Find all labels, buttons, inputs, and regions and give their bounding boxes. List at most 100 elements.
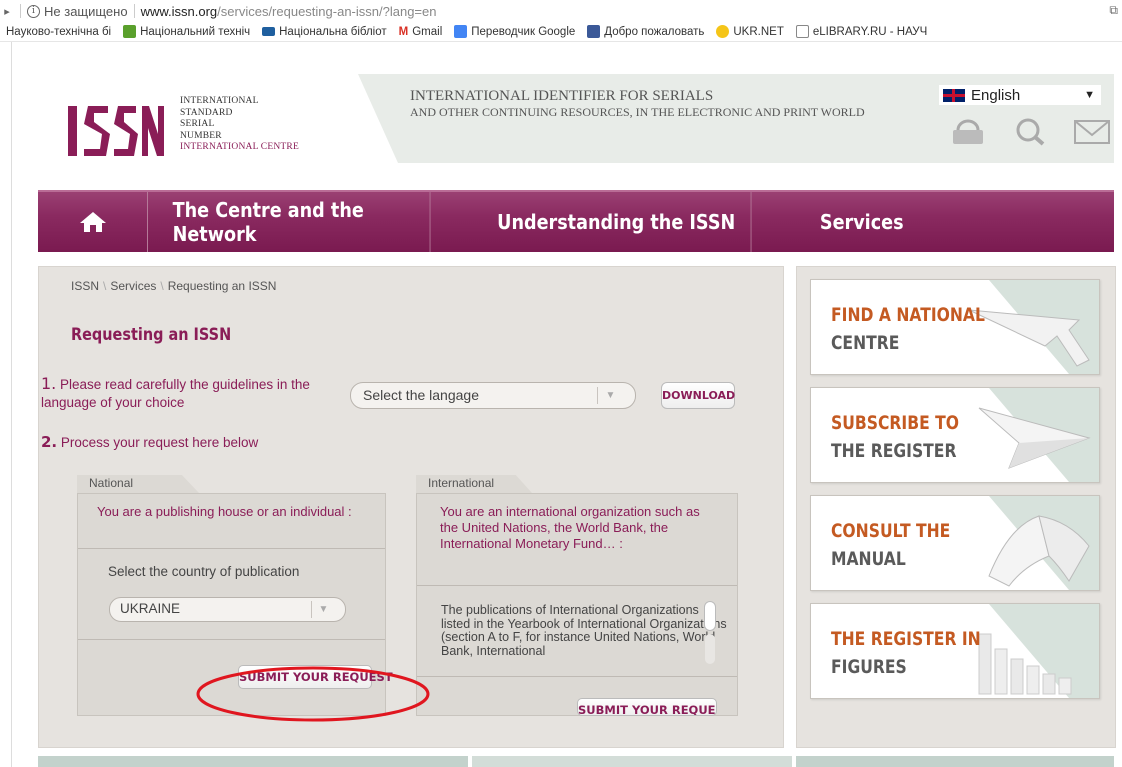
country-select[interactable]: UKRAINE ▼ — [109, 597, 346, 622]
international-scroll-text[interactable]: The publications of International Organi… — [441, 604, 731, 672]
nav-label: The Centre and the Network — [172, 198, 364, 246]
card-subtitle: FIGURES — [831, 656, 907, 678]
bookmark-label: Національна бібліот — [279, 25, 387, 38]
bookmark-item[interactable]: Національна бібліот — [262, 26, 387, 38]
issn-logo[interactable] — [66, 94, 166, 158]
scrollbar-thumb[interactable] — [704, 601, 716, 631]
country-label: Select the country of publication — [108, 564, 300, 579]
breadcrumb-link[interactable]: Services — [110, 279, 156, 293]
download-button[interactable]: DOWNLOAD — [661, 382, 735, 409]
bookmark-label: Науково-технічна бі — [6, 25, 112, 38]
breadcrumb: ISSN \ Services \ Requesting an ISSN — [71, 279, 276, 293]
breadcrumb-link[interactable]: ISSN — [71, 279, 99, 293]
main-nav: The Centre and the Network Understanding… — [38, 190, 1114, 252]
consult-manual-card[interactable]: CONSULT THE MANUAL — [810, 495, 1100, 591]
step-number: 1. — [41, 374, 57, 393]
bookmark-label: Gmail — [412, 25, 443, 38]
tab-international[interactable]: International — [416, 475, 532, 493]
logo-line: STANDARD — [180, 107, 233, 118]
breadcrumb-current: Requesting an ISSN — [167, 279, 277, 293]
facebook-icon — [587, 25, 601, 38]
divider — [78, 639, 385, 640]
tagline-line-2: AND OTHER CONTINUING RESOURCES, IN THE E… — [410, 105, 865, 119]
page-icon — [795, 25, 809, 38]
select-value: Select the langage — [363, 387, 479, 403]
nav-services[interactable]: Services — [790, 192, 1075, 252]
guidelines-language-select[interactable]: Select the langage ▼ — [350, 382, 636, 409]
url-text[interactable]: www.issn.org/services/requesting-an-issn… — [141, 4, 437, 19]
card-title: FIND A NATIONAL — [831, 304, 985, 326]
logo-line: NUMBER — [180, 130, 222, 141]
logo-centre: INTERNATIONAL CENTRE — [180, 142, 299, 152]
bookmark-item[interactable]: Переводчик Google — [454, 25, 575, 38]
nav-centre-network[interactable]: The Centre and the Network — [148, 192, 431, 252]
bookmark-item[interactable]: eLIBRARY.RU - НАУЧ — [795, 25, 927, 38]
history-icon[interactable]: ▸ — [0, 5, 14, 18]
subscribe-register-card[interactable]: SUBSCRIBE TO THE REGISTER — [810, 387, 1100, 483]
international-intro: You are an international organization su… — [440, 504, 700, 551]
chevron-down-icon: ▼ — [311, 601, 335, 618]
scrollbar-track[interactable] — [705, 634, 715, 664]
search-icon[interactable] — [1010, 116, 1050, 146]
bar-chart-icon — [978, 604, 1099, 698]
url-host: www.issn.org — [140, 3, 218, 19]
language-select[interactable]: English ▼ — [939, 85, 1101, 105]
page-title: Requesting an ISSN — [71, 325, 232, 345]
divider — [78, 548, 385, 549]
address-bar[interactable]: ▸ i Не защищено www.issn.org/services/re… — [0, 0, 1122, 22]
bookmark-item[interactable]: Науково-технічна бі — [6, 26, 111, 38]
mail-icon[interactable] — [1072, 116, 1112, 146]
annotation-ellipse — [196, 666, 430, 722]
card-title: THE REGISTER IN — [831, 628, 981, 650]
national-intro: You are a publishing house or an individ… — [97, 504, 352, 519]
step-text: Please read carefully the guidelines in … — [41, 377, 310, 410]
logo-line: SERIAL — [180, 119, 215, 129]
ukrnet-icon — [716, 25, 730, 38]
tab-national[interactable]: National — [77, 475, 199, 493]
breadcrumb-separator: \ — [103, 279, 107, 293]
submit-request-international-button[interactable]: SUBMIT YOUR REQUEST — [577, 698, 717, 716]
step-number: 2. — [41, 433, 58, 451]
logo-line: INTERNATIONAL — [180, 96, 259, 106]
security-indicator[interactable]: i Не защищено — [27, 4, 128, 19]
nav-label: Understanding the ISSN — [497, 210, 736, 234]
tagline-line-1: INTERNATIONAL IDENTIFIER FOR SERIALS — [410, 88, 714, 104]
flag-icon — [123, 25, 137, 38]
paper-plane-icon — [978, 388, 1099, 482]
language-value: English — [971, 86, 1021, 104]
divider — [417, 585, 737, 586]
nav-home[interactable] — [38, 192, 148, 252]
nav-understanding-issn[interactable]: Understanding the ISSN — [469, 192, 752, 252]
info-icon: i — [27, 4, 40, 18]
window-edge — [0, 42, 12, 767]
uk-flag-icon — [943, 88, 965, 102]
step-text: Process your request here below — [60, 435, 259, 450]
url-path: /services/requesting-an-issn/?lang=en — [217, 3, 437, 19]
step-1: 1. Please read carefully the guidelines … — [41, 375, 341, 412]
footer-strip — [38, 756, 1114, 767]
bookmark-item[interactable]: UKR.NET — [716, 25, 784, 38]
chevron-down-icon: ▼ — [1084, 89, 1095, 101]
bookmark-label: Національний техніч — [140, 25, 251, 38]
bookmark-label: UKR.NET — [733, 25, 784, 38]
footer-block — [472, 756, 792, 767]
sidebar: FIND A NATIONAL CENTRE SUBSCRIBE TO THE … — [796, 266, 1116, 748]
bookmark-label: Добро пожаловать — [604, 25, 705, 38]
register-figures-card[interactable]: THE REGISTER IN FIGURES — [810, 603, 1100, 699]
breadcrumb-separator: \ — [160, 279, 164, 293]
card-title: SUBSCRIBE TO — [831, 412, 960, 434]
site-header: INTERNATIONAL STANDARD SERIAL NUMBER INT… — [38, 72, 1114, 182]
footer-block — [38, 756, 468, 767]
divider — [20, 4, 21, 18]
bookmark-item[interactable]: Національний техніч — [123, 25, 250, 38]
bookmarks-bar: Науково-технічна бі Національний техніч … — [0, 22, 1122, 42]
bookmark-item[interactable]: M Gmail — [399, 26, 443, 38]
find-national-centre-card[interactable]: FIND A NATIONAL CENTRE — [810, 279, 1100, 375]
divider — [417, 676, 737, 677]
header-icons — [948, 116, 1112, 146]
lock-icon[interactable] — [948, 116, 988, 146]
logo-wordmark: INTERNATIONAL STANDARD SERIAL NUMBER INT… — [180, 96, 299, 154]
library-icon — [262, 27, 276, 36]
bookmark-item[interactable]: Добро пожаловать — [587, 25, 704, 38]
zoom-icon[interactable]: ⧉ — [1109, 3, 1118, 18]
